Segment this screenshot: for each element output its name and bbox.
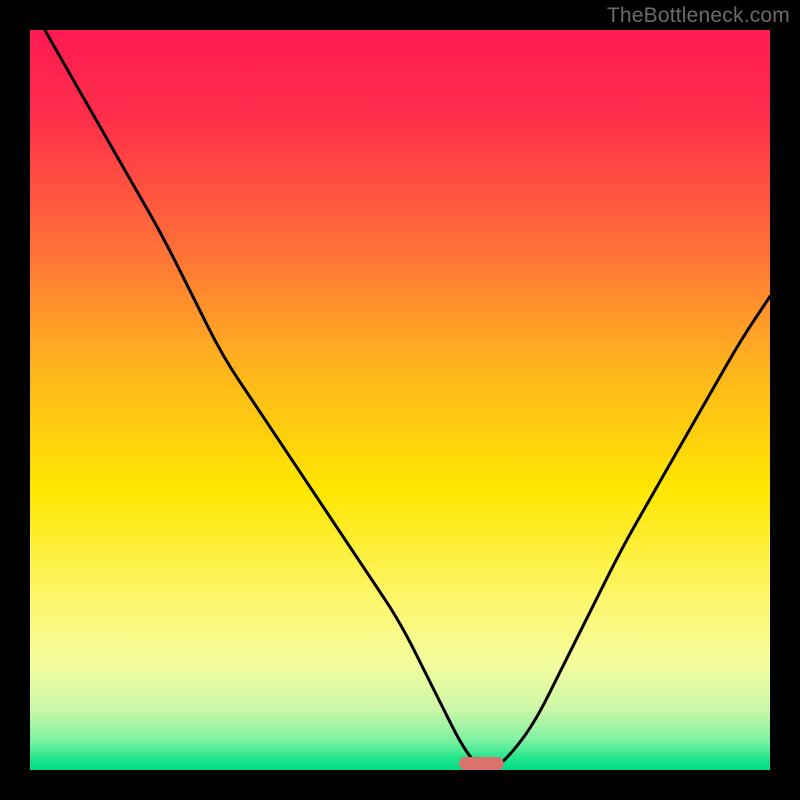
bottleneck-chart bbox=[0, 0, 800, 800]
chart-frame: TheBottleneck.com bbox=[0, 0, 800, 800]
plot-background bbox=[30, 30, 770, 770]
optimal-marker bbox=[459, 757, 503, 770]
attribution-label: TheBottleneck.com bbox=[607, 4, 790, 28]
